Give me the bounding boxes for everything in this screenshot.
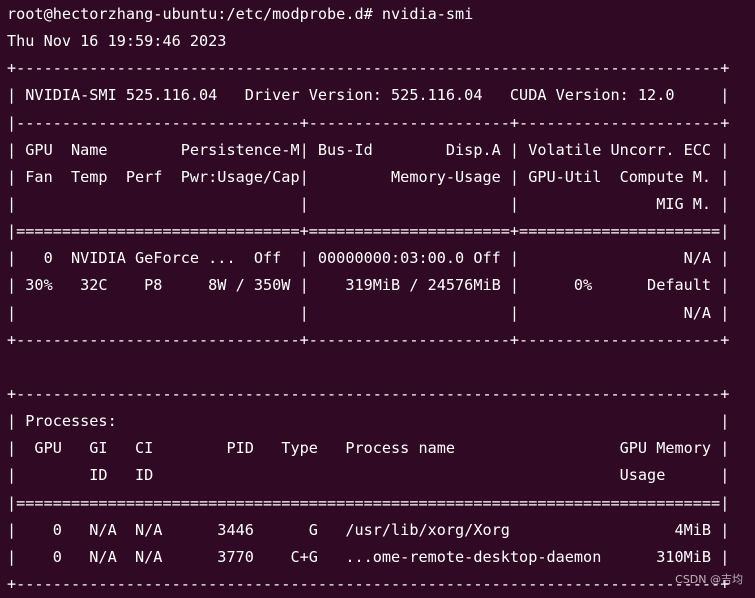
gpu-table-bottom-border: +-------------------------------+-------… [7,330,730,349]
process-row: | 0 N/A N/A 3770 C+G ...ome-remote-deskt… [7,547,730,566]
process-row: | 0 N/A N/A 3446 G /usr/lib/xorg/Xorg 4M… [7,520,730,539]
gpu-table-version-line: | NVIDIA-SMI 525.116.04 Driver Version: … [7,86,730,105]
gpu-0-row-line-3: | | | N/A | [7,303,730,322]
csdn-watermark: CSDN @吉均 [675,573,743,586]
process-table-header-line-2: | ID ID Usage | [7,466,730,485]
terminal-window[interactable]: root@hectorzhang-ubuntu:/etc/modprobe.d#… [0,0,755,593]
gpu-table-header-line-3: | | | MIG M. | [7,194,730,213]
gpu-table-version-separator: |-------------------------------+-------… [7,113,730,132]
command-prompt-line: root@hectorzhang-ubuntu:/etc/modprobe.d#… [7,5,474,23]
process-table-bottom-border: +---------------------------------------… [7,574,730,593]
process-table-header-line-1: | GPU GI CI PID Type Process name GPU Me… [7,439,730,458]
process-table-header-separator: |=======================================… [7,493,730,512]
gpu-table-header-line-2: | Fan Temp Perf Pwr:Usage/Cap| Memory-Us… [7,167,730,186]
gpu-0-row-line-1: | 0 NVIDIA GeForce ... Off | 00000000:03… [7,249,730,268]
gpu-0-row-line-2: | 30% 32C P8 8W / 350W | 319MiB / 24576M… [7,276,730,295]
gpu-table-header-separator: |===============================+=======… [7,222,730,241]
gpu-table-header-line-1: | GPU Name Persistence-M| Bus-Id Disp.A … [7,140,730,159]
process-table-title: | Processes: | [7,412,730,431]
gpu-table-top-border: +---------------------------------------… [7,59,730,78]
process-table-top-border: +---------------------------------------… [7,384,730,403]
timestamp-line: Thu Nov 16 19:59:46 2023 [7,32,227,51]
